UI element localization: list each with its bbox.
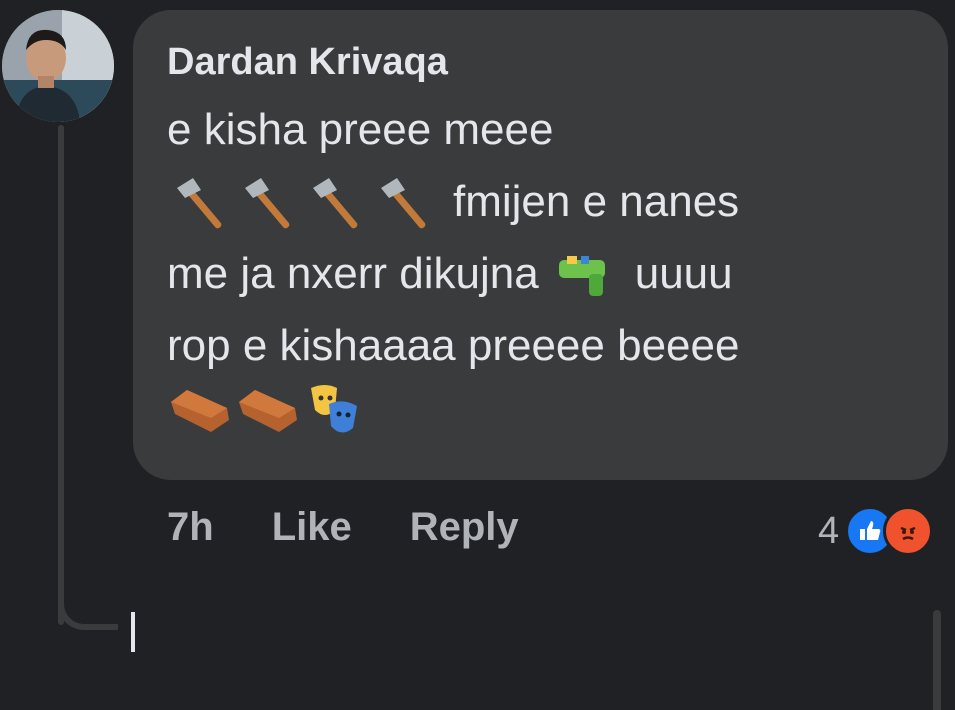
comment-actions: 7h Like Reply (167, 505, 519, 550)
reply-thread-connector (58, 585, 118, 630)
coffin-icon (235, 382, 303, 438)
water-pistol-icon (553, 246, 621, 302)
axe-icon (303, 174, 371, 230)
comment-line-3: me ja nxerr dikujna uuuu (167, 238, 918, 310)
comment-bubble: Dardan Krivaqa e kisha preee meee fmijen… (133, 10, 948, 480)
comment-text: uuuu (634, 249, 733, 298)
comment-line-5 (167, 382, 918, 438)
coffin-icon (167, 382, 235, 438)
comment-text: me ja nxerr dikujna (167, 249, 539, 298)
text-cursor (131, 612, 135, 652)
avatar[interactable] (2, 10, 114, 122)
reaction-count: 4 (818, 509, 840, 552)
performing-arts-icon (303, 382, 371, 438)
comment-text: e kisha preee meee (167, 105, 554, 154)
reactions-summary[interactable]: 4 (818, 506, 934, 556)
comment-line-4: rop e kishaaaa preeee beeee (167, 310, 918, 382)
comment-timestamp[interactable]: 7h (167, 505, 214, 550)
comment-text: rop e kishaaaa preeee beeee (167, 321, 740, 370)
angry-reaction-icon (883, 506, 934, 556)
thread-line (58, 125, 64, 625)
comment-line-2: fmijen e nanes (167, 166, 918, 238)
comment-text: fmijen e nanes (453, 177, 740, 226)
reply-button[interactable]: Reply (410, 505, 519, 550)
axe-icon (235, 174, 303, 230)
comment-line-1: e kisha preee meee (167, 94, 918, 166)
like-button[interactable]: Like (272, 505, 352, 550)
axe-icon (167, 174, 235, 230)
next-comment-edge (933, 610, 941, 710)
axe-icon (371, 174, 439, 230)
comment-author[interactable]: Dardan Krivaqa (167, 40, 918, 84)
